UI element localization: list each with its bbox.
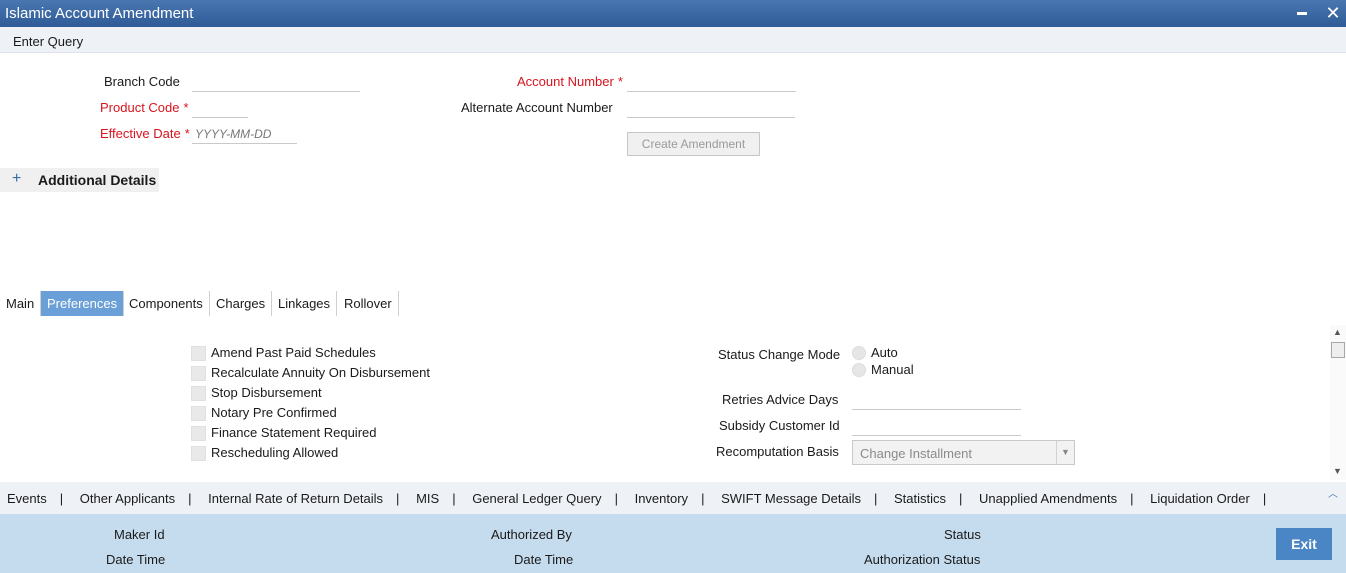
audit-footer: Maker Id Date Time Authorized By Date Ti… bbox=[0, 514, 1346, 573]
alternate-account-number-field[interactable] bbox=[627, 98, 795, 118]
additional-details-label: Additional Details bbox=[38, 172, 157, 188]
checker-date-time-label: Date Time bbox=[514, 552, 574, 567]
authorized-by-label: Authorized By bbox=[491, 527, 572, 542]
recomputation-basis-select[interactable]: Change Installment ▼ bbox=[852, 440, 1075, 465]
additional-details-toggle[interactable]: + Additional Details bbox=[0, 168, 159, 192]
auto-radio-label: Auto bbox=[871, 345, 898, 360]
link-general-ledger-query[interactable]: General Ledger Query bbox=[472, 491, 601, 506]
amend-past-paid-schedules-checkbox[interactable] bbox=[191, 346, 206, 361]
link-mis[interactable]: MIS bbox=[416, 491, 439, 506]
tab-rollover[interactable]: Rollover bbox=[338, 291, 399, 316]
tab-preferences[interactable]: Preferences bbox=[41, 291, 125, 316]
account-number-field[interactable] bbox=[627, 72, 796, 92]
menu-bar: Enter Query bbox=[0, 27, 1346, 53]
tab-main[interactable]: Main bbox=[0, 291, 42, 316]
link-liquidation-order[interactable]: Liquidation Order bbox=[1150, 491, 1250, 506]
maker-date-time-label: Date Time bbox=[106, 552, 166, 567]
link-unapplied-amendments[interactable]: Unapplied Amendments bbox=[979, 491, 1117, 506]
scroll-up-icon[interactable]: ▲ bbox=[1333, 327, 1342, 337]
product-code-label: Product Code * bbox=[100, 100, 189, 115]
plus-icon: + bbox=[12, 170, 22, 187]
link-swift-message-details[interactable]: SWIFT Message Details bbox=[721, 491, 861, 506]
finance-statement-required-checkbox[interactable] bbox=[191, 426, 206, 441]
effective-date-field[interactable] bbox=[192, 124, 297, 144]
subsidy-customer-id-input[interactable] bbox=[852, 416, 1021, 435]
subsidy-customer-id-field[interactable] bbox=[852, 416, 1021, 436]
tab-components[interactable]: Components bbox=[123, 291, 210, 316]
branch-code-field[interactable] bbox=[192, 72, 360, 92]
effective-date-label: Effective Date * bbox=[100, 126, 190, 141]
link-statistics[interactable]: Statistics bbox=[894, 491, 946, 506]
effective-date-input[interactable] bbox=[192, 124, 297, 143]
retries-advice-days-field[interactable] bbox=[852, 390, 1021, 410]
enter-query-menu[interactable]: Enter Query bbox=[13, 34, 83, 49]
branch-code-label: Branch Code bbox=[104, 74, 180, 89]
link-internal-rate-of-return[interactable]: Internal Rate of Return Details bbox=[208, 491, 383, 506]
product-code-field[interactable] bbox=[192, 98, 248, 118]
notary-pre-confirmed-checkbox[interactable] bbox=[191, 406, 206, 421]
scroll-thumb[interactable] bbox=[1331, 342, 1345, 358]
alternate-account-number-label: Alternate Account Number bbox=[461, 100, 613, 115]
status-label: Status bbox=[944, 527, 981, 542]
close-icon[interactable]: ✕ bbox=[1324, 3, 1342, 23]
subsidy-customer-id-label: Subsidy Customer Id bbox=[719, 418, 840, 433]
maker-id-label: Maker Id bbox=[114, 527, 165, 542]
stop-disbursement-checkbox[interactable] bbox=[191, 386, 206, 401]
minimize-icon[interactable] bbox=[1297, 12, 1307, 15]
scroll-down-icon[interactable]: ▼ bbox=[1333, 466, 1342, 476]
manual-radio[interactable] bbox=[852, 363, 866, 377]
auto-radio[interactable] bbox=[852, 346, 866, 360]
account-number-label: Account Number * bbox=[517, 74, 623, 89]
authorization-status-label: Authorization Status bbox=[864, 552, 981, 567]
rescheduling-allowed-checkbox[interactable] bbox=[191, 446, 206, 461]
branch-code-input[interactable] bbox=[192, 72, 360, 91]
product-code-input[interactable] bbox=[192, 98, 248, 117]
window-title: Islamic Account Amendment bbox=[5, 5, 194, 22]
alternate-account-number-input[interactable] bbox=[627, 98, 795, 117]
link-events[interactable]: Events bbox=[7, 491, 47, 506]
vertical-scrollbar[interactable]: ▲ ▼ bbox=[1330, 325, 1346, 480]
recomputation-basis-label: Recomputation Basis bbox=[716, 444, 839, 459]
tab-linkages[interactable]: Linkages bbox=[272, 291, 338, 316]
link-inventory[interactable]: Inventory bbox=[635, 491, 688, 506]
create-amendment-button[interactable]: Create Amendment bbox=[627, 132, 760, 156]
account-number-input[interactable] bbox=[627, 72, 796, 91]
retries-advice-days-label: Retries Advice Days bbox=[722, 392, 839, 407]
recalculate-annuity-checkbox[interactable] bbox=[191, 366, 206, 381]
exit-button[interactable]: Exit bbox=[1276, 528, 1332, 560]
title-bar: Islamic Account Amendment ✕ bbox=[0, 0, 1346, 27]
chevron-down-icon[interactable]: ▼ bbox=[1056, 441, 1074, 464]
link-other-applicants[interactable]: Other Applicants bbox=[80, 491, 175, 506]
chevron-up-icon[interactable]: ︿ bbox=[1328, 485, 1338, 500]
status-change-mode-label: Status Change Mode bbox=[718, 347, 841, 362]
recomputation-basis-value: Change Installment bbox=[860, 446, 973, 461]
manual-radio-label: Manual bbox=[871, 362, 914, 377]
retries-advice-days-input[interactable] bbox=[852, 390, 1021, 409]
link-bar: Events | Other Applicants | Internal Rate … bbox=[0, 482, 1346, 514]
tab-charges[interactable]: Charges bbox=[210, 291, 273, 316]
